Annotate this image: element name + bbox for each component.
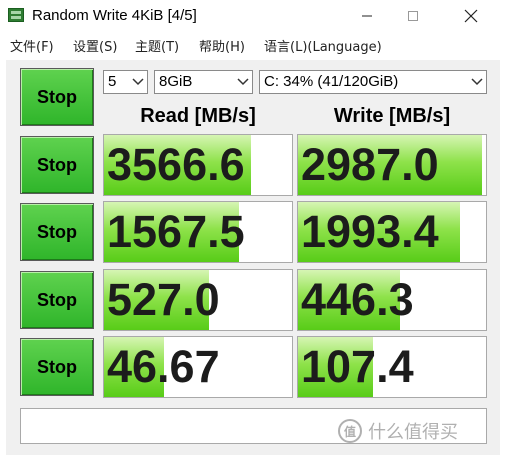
read-result-cell: 527.0 [103, 269, 293, 331]
test-size-select[interactable]: 8GiB [154, 70, 253, 94]
menu-help[interactable]: 帮助(H) [199, 36, 245, 55]
read-result-cell: 46.67 [103, 336, 293, 398]
write-result-value: 107.4 [301, 341, 414, 392]
title-bar: Random Write 4KiB [4/5] [0, 0, 506, 32]
write-result-value: 446.3 [301, 274, 414, 325]
stop-button[interactable]: Stop [20, 271, 94, 329]
drive-value: C: 34% (41/120GiB) [264, 73, 399, 90]
read-result-value: 3566.6 [107, 139, 245, 190]
write-header: Write [MB/s] [333, 105, 451, 127]
write-result-value: 1993.4 [301, 206, 439, 257]
read-header: Read [MB/s] [140, 105, 256, 127]
chevron-down-icon [237, 78, 249, 86]
write-result-value: 2987.0 [301, 139, 439, 190]
stop-button[interactable]: Stop [20, 203, 94, 261]
menu-file[interactable]: 文件(F) [10, 36, 54, 55]
minimize-icon [362, 15, 372, 17]
write-result-cell: 107.4 [297, 336, 487, 398]
minimize-button[interactable] [344, 0, 390, 32]
stop-button[interactable]: Stop [20, 136, 94, 194]
stop-all-button[interactable]: Stop [20, 68, 94, 126]
test-count-value: 5 [108, 73, 117, 90]
read-result-cell: 1567.5 [103, 201, 293, 263]
watermark: 值 什么值得买 [338, 418, 458, 444]
read-result-value: 527.0 [107, 274, 220, 325]
maximize-button[interactable] [390, 0, 436, 32]
chevron-down-icon [471, 78, 483, 86]
watermark-text: 什么值得买 [368, 422, 458, 443]
write-result-cell: 1993.4 [297, 201, 487, 263]
test-size-value: 8GiB [159, 73, 193, 90]
maximize-icon [408, 11, 418, 21]
chevron-down-icon [132, 78, 144, 86]
menu-language[interactable]: 语言(L)(Language) [264, 36, 382, 55]
menu-theme[interactable]: 主题(T) [135, 36, 179, 55]
read-result-cell: 3566.6 [103, 134, 293, 196]
test-count-select[interactable]: 5 [103, 70, 148, 94]
close-button[interactable] [448, 0, 494, 32]
menu-settings[interactable]: 设置(S) [73, 36, 117, 55]
read-result-value: 1567.5 [107, 206, 245, 257]
close-icon [464, 9, 478, 23]
write-result-cell: 2987.0 [297, 134, 487, 196]
read-result-value: 46.67 [107, 341, 220, 392]
stop-button[interactable]: Stop [20, 338, 94, 396]
watermark-logo-icon: 值 [338, 419, 362, 443]
write-result-cell: 446.3 [297, 269, 487, 331]
menu-bar: 文件(F) 设置(S) 主题(T) 帮助(H) 语言(L)(Language) [0, 32, 506, 56]
app-icon [8, 8, 24, 22]
drive-select[interactable]: C: 34% (41/120GiB) [259, 70, 487, 94]
window-title: Random Write 4KiB [4/5] [32, 7, 197, 24]
